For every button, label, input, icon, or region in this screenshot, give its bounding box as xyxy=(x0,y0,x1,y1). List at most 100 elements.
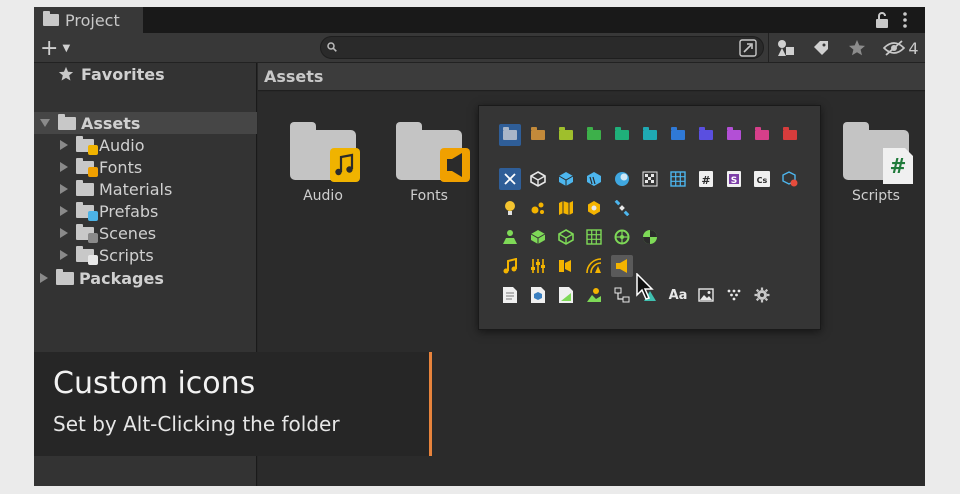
audio-reverb-icon-option[interactable] xyxy=(583,255,605,277)
expand-arrow-icon[interactable] xyxy=(60,184,68,194)
green-cube-outline-icon xyxy=(558,229,574,245)
image-icon-option[interactable] xyxy=(695,284,717,306)
tree-item-scenes[interactable]: Scenes xyxy=(34,222,257,244)
folder-color-option-2[interactable] xyxy=(555,124,577,146)
favorites-toggle-button[interactable] xyxy=(842,36,872,60)
vfx-icon-option[interactable] xyxy=(723,284,745,306)
tree-item-favorites[interactable]: Favorites xyxy=(34,63,257,85)
wheel-icon-option[interactable] xyxy=(611,226,633,248)
kebab-menu-icon[interactable] xyxy=(901,11,909,29)
asmdef-icon-option[interactable] xyxy=(527,284,549,306)
satellite-icon-option[interactable] xyxy=(611,197,633,219)
font-icon-option[interactable]: Aa xyxy=(667,284,689,306)
cs-script-icon-option[interactable]: Cs xyxy=(751,168,773,190)
tree-label: Packages xyxy=(79,268,164,288)
terrain-layer-icon xyxy=(587,288,601,302)
shader-icon-option[interactable]: S xyxy=(723,168,745,190)
tree-item-prefabs[interactable]: Prefabs xyxy=(34,200,257,222)
create-button[interactable]: + ▼ xyxy=(40,35,78,61)
colored-folder-icon xyxy=(699,127,713,140)
csharp-hash-icon-option[interactable]: # xyxy=(695,168,717,190)
hidden-packages-toggle[interactable]: 4 xyxy=(878,36,924,60)
vfx-dots-icon xyxy=(727,289,741,301)
mixer-sliders-icon xyxy=(531,259,545,273)
expand-arrow-icon[interactable] xyxy=(60,228,68,238)
folder-color-option-10[interactable] xyxy=(779,124,801,146)
tree-item-packages[interactable]: Packages xyxy=(34,267,257,289)
audio-speaker-icon-option[interactable] xyxy=(611,255,633,277)
animator-icon-option[interactable] xyxy=(611,284,633,306)
tab-label: Project xyxy=(65,10,120,30)
tree-item-fonts[interactable]: Fonts xyxy=(34,156,257,178)
scripts-folder-icon xyxy=(76,245,98,265)
hexagon-icon-option[interactable] xyxy=(583,197,605,219)
scenes-folder-icon xyxy=(76,223,98,243)
plus-icon: + xyxy=(40,35,59,61)
material-sphere-icon-option[interactable] xyxy=(611,168,633,190)
green-grid-icon-option[interactable] xyxy=(583,226,605,248)
green-cube-icon-option[interactable] xyxy=(527,226,549,248)
expand-arrow-icon[interactable] xyxy=(60,206,68,216)
settings-icon-option[interactable] xyxy=(751,284,773,306)
light-icon-option[interactable] xyxy=(499,197,521,219)
unity-cube-icon-option[interactable] xyxy=(527,168,549,190)
audio-clip-icon-option[interactable] xyxy=(499,255,521,277)
colored-folder-icon xyxy=(531,127,545,140)
filter-by-type-button[interactable] xyxy=(771,36,801,60)
text-asset-icon-option[interactable] xyxy=(499,284,521,306)
green-grid-icon xyxy=(586,229,602,245)
folder-color-option-8[interactable] xyxy=(723,124,745,146)
folder-color-option-1[interactable] xyxy=(527,124,549,146)
folder-color-option-3[interactable] xyxy=(583,124,605,146)
expand-arrow-icon[interactable] xyxy=(60,250,68,260)
asset-folder-audio[interactable]: Audio xyxy=(278,122,368,204)
tree-item-materials[interactable]: Materials xyxy=(34,178,257,200)
expand-arrow-icon[interactable] xyxy=(40,119,50,127)
missing-prefab-icon-option[interactable] xyxy=(779,168,801,190)
folder-color-option-7[interactable] xyxy=(695,124,717,146)
text-document-icon xyxy=(503,287,517,303)
assembly-definition-icon xyxy=(531,287,545,303)
prefab-icon-option[interactable] xyxy=(555,168,577,190)
texture-icon-option[interactable] xyxy=(639,168,661,190)
none-icon-option[interactable] xyxy=(499,168,521,190)
expand-arrow-icon[interactable] xyxy=(60,140,68,150)
audio-source-icon-option[interactable] xyxy=(555,255,577,277)
search-input[interactable] xyxy=(345,39,725,56)
caption-accent-bar xyxy=(429,352,432,456)
speaker-icon xyxy=(616,259,627,273)
prefab-variant-icon-option[interactable] xyxy=(583,168,605,190)
audio-mixer-icon-option[interactable] xyxy=(527,255,549,277)
folder-color-option-6[interactable] xyxy=(667,124,689,146)
search-box[interactable] xyxy=(320,36,764,59)
tree-item-audio[interactable]: Audio xyxy=(34,134,257,156)
filter-by-label-button[interactable] xyxy=(806,36,836,60)
chevron-down-icon: ▼ xyxy=(62,42,71,54)
asset-folder-scripts[interactable]: # Scripts xyxy=(831,122,921,204)
caption-title: Custom icons xyxy=(53,366,256,401)
colored-folder-icon xyxy=(755,127,769,140)
particles-icon-option[interactable] xyxy=(527,197,549,219)
folder-color-option-9[interactable] xyxy=(751,124,773,146)
folder-color-option-5[interactable] xyxy=(639,124,661,146)
tab-project[interactable]: Project xyxy=(34,7,143,33)
tree-item-scripts[interactable]: Scripts xyxy=(34,244,257,266)
terrain-icon-option[interactable] xyxy=(555,197,577,219)
terrain-layer-icon-option[interactable] xyxy=(583,284,605,306)
grid-icon-option[interactable] xyxy=(667,168,689,190)
expand-arrow-icon[interactable] xyxy=(40,273,48,283)
green-cube-outline-icon-option[interactable] xyxy=(555,226,577,248)
search-mode-icon[interactable] xyxy=(739,39,757,57)
lighting-settings-icon-option[interactable] xyxy=(555,284,577,306)
lock-icon[interactable] xyxy=(875,11,889,29)
folder-color-option-0[interactable] xyxy=(499,124,521,146)
avatar-icon-option[interactable] xyxy=(499,226,521,248)
physics-material-icon-option[interactable] xyxy=(639,226,661,248)
prefabs-folder-icon xyxy=(76,201,98,221)
tree-item-assets[interactable]: Assets xyxy=(34,112,257,134)
animator-state-icon xyxy=(614,287,630,303)
expand-arrow-icon[interactable] xyxy=(60,162,68,172)
asset-folder-fonts[interactable]: Fonts xyxy=(384,122,474,204)
breadcrumb-assets[interactable]: Assets xyxy=(264,67,323,86)
folder-color-option-4[interactable] xyxy=(611,124,633,146)
